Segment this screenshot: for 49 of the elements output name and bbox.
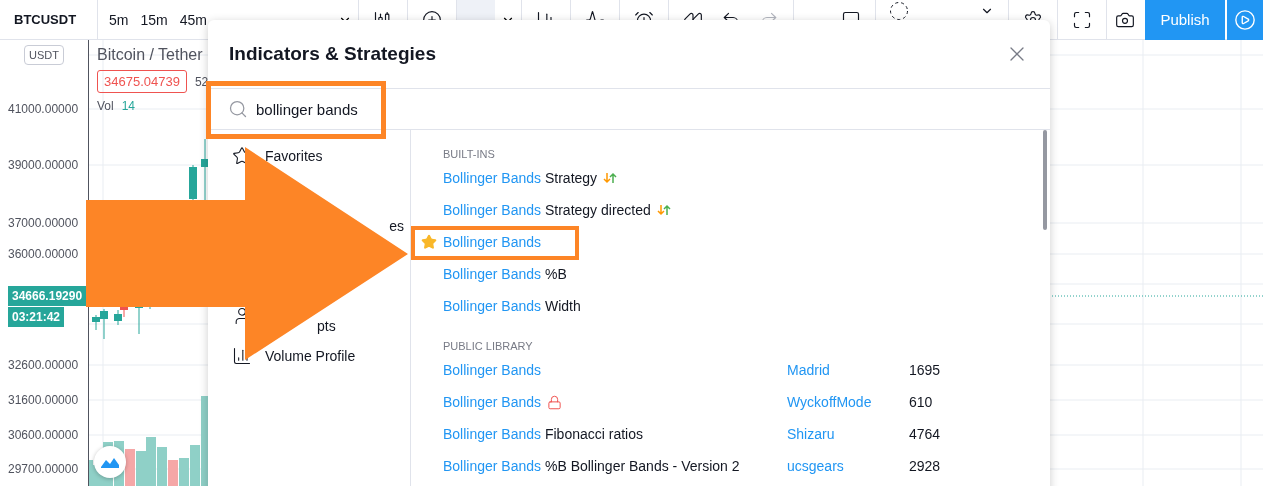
indicator-name[interactable]: Bollinger Bands %B Bollinger Bands - Version 2 <box>443 458 740 474</box>
search-icon <box>228 99 248 119</box>
like-count: 610 <box>909 394 934 410</box>
indicator-name[interactable]: Bollinger Bands %B <box>443 266 567 282</box>
dialog-title: Indicators & Strategies <box>229 43 436 65</box>
axis-label: 29700.00000 <box>8 462 79 476</box>
volume-value: 14 <box>121 99 136 113</box>
indicator-name[interactable]: Bollinger Bands Width <box>443 298 581 314</box>
like-count: 1695 <box>909 362 942 378</box>
sidebar-item[interactable]: pts <box>317 318 336 334</box>
candle <box>189 164 197 201</box>
bar-chart-icon <box>232 346 252 366</box>
logo-button[interactable] <box>94 446 126 478</box>
like-count: 2928 <box>909 458 942 474</box>
sidebar-item[interactable]: Volume Profile <box>265 348 356 364</box>
section-heading: BUILT-INS <box>443 147 496 162</box>
play-button[interactable] <box>1227 0 1263 40</box>
indicator-name[interactable]: Bollinger Bands Strategy <box>443 170 598 186</box>
axis-label: 39000.00000 <box>8 158 79 172</box>
candle <box>201 138 209 201</box>
axis-label: 30600.00000 <box>8 428 79 442</box>
interval-button[interactable]: 15m <box>135 4 173 35</box>
interval-button[interactable]: 5m <box>104 4 134 35</box>
volume-label: Vol <box>97 99 114 113</box>
indicator-name[interactable]: Bollinger Bands Fibonacci ratios <box>443 426 643 442</box>
sidebar-item[interactable]: Favorites <box>265 148 323 164</box>
volume-bar <box>146 437 156 486</box>
countdown-tag: 03:21:42 <box>8 307 65 327</box>
volume-bar <box>125 449 135 486</box>
price-label: 34675.04739 <box>97 70 187 93</box>
interval-button[interactable]: 45m <box>174 4 212 35</box>
axis-label: 37000.00000 <box>8 216 79 230</box>
play-icon <box>1234 8 1256 31</box>
indicator-name[interactable]: Bollinger Bands Strategy directed <box>443 202 651 218</box>
volume-bar <box>136 451 146 486</box>
symbol-title: Bitcoin / Tether <box>97 46 204 64</box>
like-count: 4764 <box>909 426 942 442</box>
axis-label: 41000.00000 <box>8 102 79 116</box>
sidebar-item[interactable]: es <box>389 218 404 234</box>
section-heading: PUBLIC LIBRARY <box>443 339 534 354</box>
price-tag: 34666.19290 <box>8 286 87 306</box>
symbol-name[interactable]: BTCUSDT <box>0 0 98 40</box>
star-icon[interactable] <box>421 234 437 250</box>
currency-badge[interactable]: USDT <box>24 45 64 65</box>
axis-label: 36000.00000 <box>8 247 79 261</box>
axis-label: 32600.00000 <box>8 358 79 372</box>
dashed-circle-icon <box>890 1 908 20</box>
scrollbar[interactable] <box>1043 130 1047 230</box>
axis-label: 31600.00000 <box>8 393 79 407</box>
